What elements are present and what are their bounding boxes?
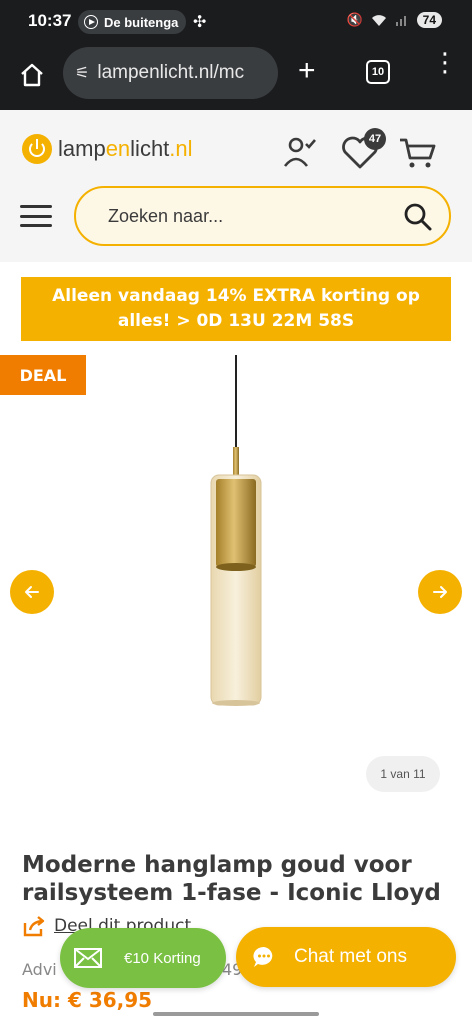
deal-badge: DEAL — [0, 355, 86, 395]
url-text: lampenlicht.nl/mc — [97, 62, 245, 83]
discount-button-label: €10 Korting — [124, 949, 201, 967]
arrow-left-icon — [25, 586, 39, 598]
product-title: Moderne hanglamp goud voor railsysteem 1… — [22, 852, 441, 906]
search-placeholder: Zoeken naar... — [108, 205, 224, 226]
status-icons: 🔇 74 — [346, 12, 442, 28]
status-bar: 10:37 De buitenga ✣ 🔇 74 — [0, 0, 472, 44]
product-image[interactable] — [180, 355, 292, 715]
media-pill-label: De buitenga — [104, 14, 179, 30]
site-settings-icon[interactable]: ⚟ — [75, 63, 89, 83]
gallery-prev-button[interactable] — [10, 570, 54, 614]
chat-button[interactable]: Chat met ons — [236, 927, 456, 987]
overflow-menu-icon[interactable]: ⋮ — [432, 50, 458, 76]
gesture-bar[interactable] — [153, 1012, 319, 1016]
new-tab-icon[interactable]: + — [298, 56, 316, 86]
logo-text: lampenlicht.nl — [58, 136, 193, 161]
url-bar[interactable]: ⚟ lampenlicht.nl/mc — [63, 47, 278, 99]
hamburger-menu-icon[interactable] — [20, 205, 52, 227]
arrow-right-icon — [433, 586, 447, 598]
discount-button[interactable]: €10 Korting — [60, 928, 226, 988]
logo-power-icon — [22, 134, 52, 164]
search-icon[interactable] — [403, 202, 433, 232]
share-icon — [23, 916, 45, 937]
site-logo[interactable]: lampenlicht.nl — [22, 134, 193, 164]
signal-icon — [395, 16, 406, 26]
gallery-next-button[interactable] — [418, 570, 462, 614]
play-icon — [84, 15, 98, 29]
mute-icon: 🔇 — [346, 12, 363, 28]
chat-bubble-icon — [253, 946, 273, 967]
gallery-counter: 1 van 11 — [366, 756, 440, 792]
promo-banner[interactable]: Alleen vandaag 14% EXTRA korting op alle… — [21, 277, 451, 341]
envelope-icon — [74, 948, 102, 968]
status-time: 10:37 — [28, 11, 72, 30]
tabs-icon[interactable]: 10 — [366, 60, 390, 84]
battery-indicator: 74 — [416, 12, 442, 28]
search-input[interactable]: Zoeken naar... — [74, 186, 451, 246]
account-icon[interactable] — [282, 134, 318, 170]
tab-count: 10 — [371, 66, 385, 78]
wifi-icon — [371, 15, 386, 26]
home-icon[interactable] — [18, 61, 46, 89]
advice-price: Advi 49 — [22, 960, 243, 979]
current-price: Nu: € 36,95 — [22, 988, 153, 1012]
chat-button-label: Chat met ons — [294, 946, 407, 967]
wishlist-count-badge: 47 — [364, 128, 386, 150]
fan-icon: ✣ — [193, 12, 207, 31]
media-pill[interactable]: De buitenga — [78, 10, 186, 34]
cart-icon[interactable] — [398, 134, 438, 170]
